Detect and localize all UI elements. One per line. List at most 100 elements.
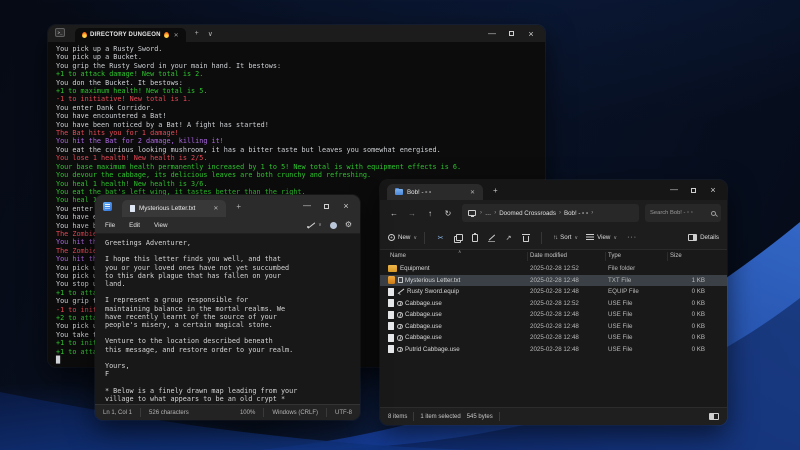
terminal-line: -1 to initiative! New total is 1. <box>56 95 545 103</box>
delete-button[interactable] <box>517 233 534 242</box>
chevron-right-icon: › <box>591 210 593 216</box>
explorer-tab[interactable]: Bob! - ▫ ▫ ✕ <box>387 184 483 200</box>
close-button[interactable]: × <box>521 29 541 39</box>
maximize-button[interactable] <box>691 188 696 193</box>
file-emoji-glyph <box>397 301 403 307</box>
encoding[interactable]: UTF-8 <box>327 410 360 416</box>
maximize-button[interactable] <box>324 204 329 209</box>
divider <box>413 412 414 421</box>
file-name: Mysterious Letter.txt <box>405 277 460 284</box>
notepad-tab[interactable]: Mysterious Letter.txt ✕ <box>122 200 226 217</box>
sort-button[interactable]: ↑↓ Sort ∨ <box>553 234 578 241</box>
search-input[interactable]: Search Bob! - ▫ ▫ <box>645 204 721 222</box>
terminal-tab[interactable]: DIRECTORY DUNGEON ✕ <box>75 28 186 42</box>
search-icon <box>711 211 716 216</box>
file-emoji-glyph <box>397 324 403 330</box>
file-name: Equipment <box>400 265 430 272</box>
menu-item[interactable]: Edit <box>129 222 140 229</box>
new-button[interactable]: + New ∨ <box>388 234 417 241</box>
breadcrumb-overflow[interactable]: … <box>485 210 491 217</box>
minimize-button[interactable]: — <box>664 185 684 195</box>
notepad-menu-bar: ∨ ⚙ File Edit View <box>95 217 360 234</box>
share-icon: ↗ <box>506 234 512 242</box>
zoom-level[interactable]: 100% <box>232 410 263 416</box>
file-icon <box>388 322 394 330</box>
file-row[interactable]: Equipment 2025-02-28 12:52 File folder <box>380 263 727 275</box>
notepad-line <box>105 288 360 296</box>
item-count: 8 items <box>388 414 413 420</box>
notepad-line: village to what appears to be an old cry… <box>105 395 360 403</box>
minimize-button[interactable]: — <box>482 29 502 39</box>
refresh-button[interactable]: ↻ <box>440 209 456 218</box>
terminal-tab-bar: >_ DIRECTORY DUNGEON ✕ + ∨ — × <box>48 25 545 42</box>
maximize-button[interactable] <box>509 31 514 36</box>
rewrite-button[interactable]: ∨ <box>307 221 322 229</box>
file-row[interactable]: Cabbage.use 2025-02-28 12:48 USE File 0 … <box>380 321 727 333</box>
new-tab-button[interactable]: + <box>195 30 199 37</box>
close-button[interactable]: × <box>336 201 356 211</box>
menu-item[interactable]: File <box>105 222 115 229</box>
notepad-text-area[interactable]: Greetings Adventurer, I hope this letter… <box>95 234 360 404</box>
column-header-type[interactable]: Type <box>606 252 668 261</box>
notepad-window: Mysterious Letter.txt ✕ + — × ∨ ⚙ File E… <box>95 195 360 420</box>
file-name: Cabbage.use <box>405 334 442 341</box>
more-options-button[interactable]: ··· <box>627 234 637 241</box>
back-button[interactable]: ← <box>386 209 402 218</box>
preview-pane-toggle-icon[interactable] <box>709 413 719 420</box>
notepad-line <box>105 329 360 337</box>
terminal-line: You eat the curious looking mushroom, it… <box>56 146 545 154</box>
notepad-line: I represent a group responsible for <box>105 296 360 304</box>
tab-close-icon[interactable]: ✕ <box>213 205 218 212</box>
new-tab-button[interactable]: + <box>493 186 498 195</box>
file-icon <box>388 334 394 342</box>
settings-gear-icon[interactable]: ⚙ <box>345 221 352 229</box>
details-pane-button[interactable]: Details <box>688 234 719 241</box>
explorer-nav-bar: ← → ↑ ↻ › … › Doomed Crossroads › Bob! -… <box>380 200 727 226</box>
terminal-line: You devour the cabbage, its delicious le… <box>56 171 545 179</box>
account-icon[interactable] <box>330 222 337 229</box>
file-list-empty-area[interactable] <box>380 355 727 407</box>
notepad-line: have recently learnt of the source of yo… <box>105 313 360 321</box>
breadcrumb-item-current[interactable]: Bob! - ▫ ▫ <box>564 210 588 217</box>
tab-close-icon[interactable]: ✕ <box>470 189 475 196</box>
column-header-size[interactable]: Size <box>668 252 713 261</box>
up-button[interactable]: ↑ <box>422 209 438 218</box>
paste-button[interactable] <box>466 233 483 242</box>
menu-item[interactable]: View <box>154 222 168 229</box>
new-tab-button[interactable]: + <box>236 202 241 211</box>
rename-button[interactable] <box>483 234 500 242</box>
breadcrumb[interactable]: › … › Doomed Crossroads › Bob! - ▫ ▫ › <box>462 204 639 222</box>
file-row[interactable]: Mysterious Letter.txt 2025-02-28 12:48 T… <box>380 275 727 287</box>
explorer-window: Bob! - ▫ ▫ ✕ + — × ← → ↑ ↻ › … › Doomed … <box>380 180 727 425</box>
minimize-button[interactable]: — <box>297 201 317 211</box>
folder-icon <box>395 189 403 195</box>
forward-button[interactable]: → <box>404 209 420 218</box>
this-pc-icon[interactable] <box>468 210 476 216</box>
file-row[interactable]: Cabbage.use 2025-02-28 12:52 USE File 0 … <box>380 298 727 310</box>
file-row[interactable]: Cabbage.use 2025-02-28 12:48 USE File 0 … <box>380 332 727 344</box>
sort-arrows-icon: ↑↓ <box>553 235 557 241</box>
terminal-line: You have encountered a Bat! <box>56 112 545 120</box>
column-header-date[interactable]: Date modified <box>528 252 606 261</box>
file-row[interactable]: Putrid Cabbage.use 2025-02-28 12:48 USE … <box>380 344 727 356</box>
explorer-window-controls: — × <box>664 180 723 200</box>
breadcrumb-item[interactable]: Doomed Crossroads <box>499 210 556 217</box>
view-button[interactable]: View ∨ <box>586 234 617 241</box>
close-button[interactable]: × <box>703 185 723 195</box>
line-ending[interactable]: Windows (CRLF) <box>264 410 326 416</box>
notepad-status-bar: Ln 1, Col 1 526 characters 100% Windows … <box>95 404 360 420</box>
copy-button[interactable] <box>449 234 466 242</box>
file-row[interactable]: Cabbage.use 2025-02-28 12:48 USE File 0 … <box>380 309 727 321</box>
tab-close-icon[interactable]: ✕ <box>174 32 179 39</box>
file-date: 2025-02-28 12:48 <box>528 277 606 284</box>
explorer-tab-bar: Bob! - ▫ ▫ ✕ + — × <box>380 180 727 200</box>
cut-button[interactable]: ✂ <box>432 234 449 242</box>
share-button[interactable]: ↗ <box>500 234 517 242</box>
file-name-cell: Cabbage.use <box>388 334 528 342</box>
explorer-status-bar: 8 items 1 item selected 545 bytes <box>380 407 727 425</box>
file-name-cell: Cabbage.use <box>388 322 528 330</box>
file-size: 0 KB <box>668 311 713 318</box>
file-row[interactable]: Rusty Sword.equip 2025-02-28 12:48 EQUIP… <box>380 286 727 298</box>
tab-dropdown-icon[interactable]: ∨ <box>208 30 213 38</box>
file-icon <box>388 299 394 307</box>
